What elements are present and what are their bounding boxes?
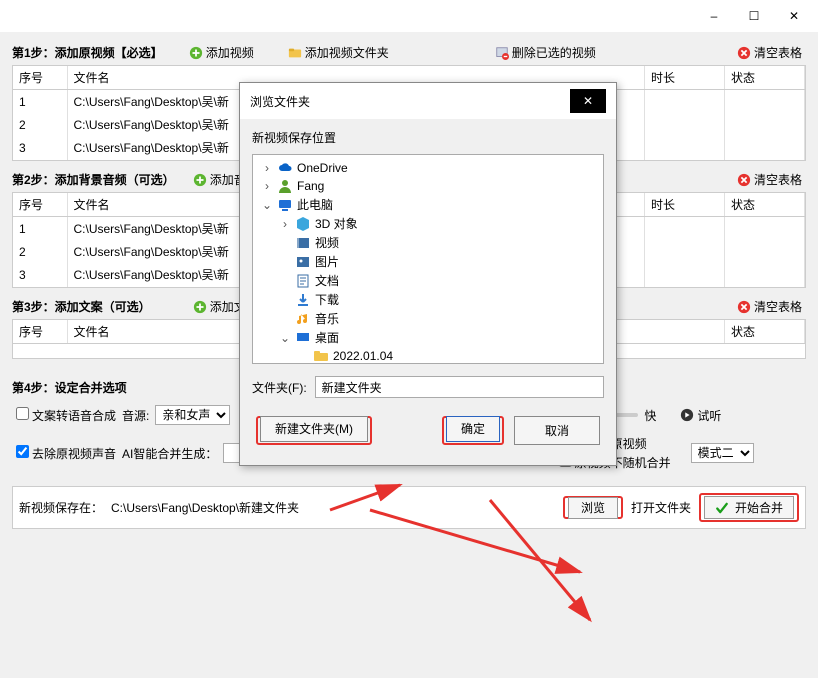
tree-node[interactable]: › OneDrive xyxy=(255,159,601,177)
add-video-folder-button[interactable]: 添加视频文件夹 xyxy=(284,44,393,61)
music-icon xyxy=(295,311,311,327)
maximize-button[interactable]: ☐ xyxy=(734,2,774,30)
step1-toolbar: 第1步：添加原视频【必选】 添加视频 添加视频文件夹 删除已选的视频 清空表格 xyxy=(12,40,806,65)
browse-button[interactable]: 浏览 xyxy=(568,497,618,519)
tree-node[interactable]: 2022.01.04 xyxy=(255,347,601,364)
tree-label: 视频 xyxy=(315,234,339,251)
step4-label: 第4步：设定合并选项 xyxy=(12,381,127,395)
doc-icon xyxy=(295,273,311,289)
start-merge-button[interactable]: 开始合并 xyxy=(704,496,794,519)
step2-label: 第2步：添加背景音频（可选） xyxy=(12,171,175,188)
tree-node[interactable]: › Fang xyxy=(255,177,601,195)
col-dur[interactable]: 时长 xyxy=(645,66,725,90)
minimize-button[interactable]: – xyxy=(694,2,734,30)
try-listen-button[interactable]: 试听 xyxy=(676,407,725,424)
user-icon xyxy=(277,178,293,194)
close-red-icon xyxy=(737,173,751,187)
tree-node[interactable]: 文档 xyxy=(255,271,601,290)
delete-icon xyxy=(495,46,509,60)
tree-node[interactable]: 视频 xyxy=(255,233,601,252)
tree-label: OneDrive xyxy=(297,161,348,175)
step1-label: 第1步：添加原视频【必选】 xyxy=(12,44,163,61)
cube-icon xyxy=(295,216,311,232)
tree-label: 音乐 xyxy=(315,310,339,327)
tts-source-label: 音源: xyxy=(122,407,149,424)
dialog-title: 浏览文件夹 xyxy=(250,93,310,110)
tree-label: 文档 xyxy=(315,272,339,289)
mode-select[interactable]: 模式二 xyxy=(691,443,754,463)
tree-node[interactable]: ⌄ 桌面 xyxy=(255,328,601,347)
clear-table3-button[interactable]: 清空表格 xyxy=(733,298,806,315)
cancel-button[interactable]: 取消 xyxy=(514,416,600,445)
tree-node[interactable]: 图片 xyxy=(255,252,601,271)
play-icon xyxy=(680,408,694,422)
folder-icon xyxy=(313,348,329,364)
tts-checkbox[interactable]: 文案转语音合成 xyxy=(16,407,116,424)
ok-button[interactable]: 确定 xyxy=(446,416,500,442)
plus-icon xyxy=(193,173,207,187)
folder-tree[interactable]: › OneDrive › Fang ⌄ 此电脑 › 3D 对象视频图片文档下载音乐 ⌄ 桌面 202… xyxy=(252,154,604,364)
remove-audio-checkbox[interactable]: 去除原视频声音 xyxy=(16,445,116,462)
browse-folder-dialog: 浏览文件夹 ✕ 新视频保存位置 › OneDrive › Fang ⌄ 此电脑 › 3D 对象… xyxy=(239,82,617,466)
save-label: 新视频保存在： xyxy=(19,499,103,516)
clear-table1-button[interactable]: 清空表格 xyxy=(733,44,806,61)
video-icon xyxy=(295,235,311,251)
tree-label: 2022.01.04 xyxy=(333,349,393,363)
pc-icon xyxy=(277,197,293,213)
clear-table2-button[interactable]: 清空表格 xyxy=(733,171,806,188)
dialog-close-button[interactable]: ✕ xyxy=(570,89,606,113)
expand-icon[interactable]: › xyxy=(261,179,273,193)
tree-label: 3D 对象 xyxy=(315,215,358,232)
tts-voice-select[interactable]: 亲和女声 xyxy=(155,405,230,425)
tree-label: 图片 xyxy=(315,253,339,270)
tree-label: 此电脑 xyxy=(297,196,333,213)
save-path: C:\Users\Fang\Desktop\新建文件夹 xyxy=(111,499,555,516)
close-button[interactable]: ✕ xyxy=(774,2,814,30)
tree-node[interactable]: 下载 xyxy=(255,290,601,309)
expand-icon[interactable]: › xyxy=(261,161,273,175)
check-icon xyxy=(715,501,729,515)
tree-node[interactable]: 音乐 xyxy=(255,309,601,328)
tree-label: 下载 xyxy=(315,291,339,308)
save-row: 新视频保存在： C:\Users\Fang\Desktop\新建文件夹 浏览 打… xyxy=(12,486,806,529)
delete-selected-button[interactable]: 删除已选的视频 xyxy=(491,44,600,61)
tree-label: 桌面 xyxy=(315,329,339,346)
plus-icon xyxy=(189,46,203,60)
plus-icon xyxy=(193,300,207,314)
expand-icon[interactable]: ⌄ xyxy=(261,198,273,212)
expand-icon[interactable]: ⌄ xyxy=(279,331,291,345)
down-icon xyxy=(295,292,311,308)
tree-label: Fang xyxy=(297,179,324,193)
folder-field-label: 文件夹(F): xyxy=(252,379,307,396)
col-no[interactable]: 序号 xyxy=(13,66,67,90)
add-video-button[interactable]: 添加视频 xyxy=(185,44,258,61)
step3-label: 第3步：添加文案（可选） xyxy=(12,298,151,315)
col-state[interactable]: 状态 xyxy=(725,66,805,90)
dialog-caption: 新视频保存位置 xyxy=(252,129,604,146)
ai-gen-label: AI智能合并生成： xyxy=(122,445,217,462)
folder-icon xyxy=(288,46,302,60)
image-icon xyxy=(295,254,311,270)
window-titlebar: – ☐ ✕ xyxy=(0,0,818,32)
expand-icon[interactable]: › xyxy=(279,217,291,231)
speed-max-label: 快 xyxy=(644,407,656,424)
open-folder-link[interactable]: 打开文件夹 xyxy=(631,499,691,516)
tree-node[interactable]: ⌄ 此电脑 xyxy=(255,195,601,214)
cloud-icon xyxy=(277,160,293,176)
close-red-icon xyxy=(737,46,751,60)
close-red-icon xyxy=(737,300,751,314)
new-folder-button[interactable]: 新建文件夹(M) xyxy=(260,416,368,442)
desk-icon xyxy=(295,330,311,346)
tree-node[interactable]: › 3D 对象 xyxy=(255,214,601,233)
folder-name-input[interactable] xyxy=(315,376,604,398)
